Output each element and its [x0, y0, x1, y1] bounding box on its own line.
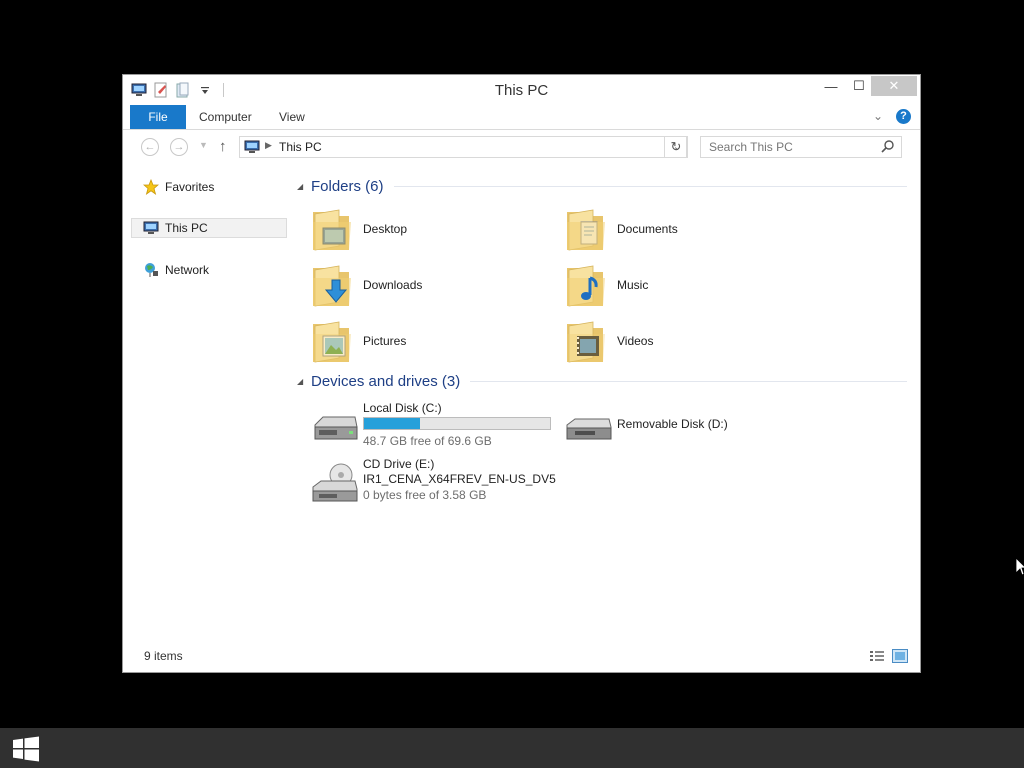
nav-item-label: Network [165, 263, 210, 277]
status-bar: 9 items [123, 641, 920, 671]
pictures-folder-icon [311, 318, 355, 367]
drive-name: CD Drive (E:) [363, 457, 435, 471]
drive-tile-removable-disk-d[interactable]: Removable Disk (D:) [565, 401, 825, 453]
folder-name: Music [617, 278, 649, 292]
drive-free-space: 48.7 GB free of 69.6 GB [363, 434, 492, 448]
drive-free-space: 0 bytes free of 3.58 GB [363, 488, 487, 502]
network-icon [143, 262, 159, 278]
explorer-window: This PC — ☐ ✕ File Computer View ⌄ ? ← →… [122, 74, 921, 673]
address-bar[interactable]: ▶ This PC ⌄ [239, 136, 687, 158]
mouse-cursor-icon [1015, 557, 1024, 579]
computer-icon [244, 140, 260, 157]
computer-icon [143, 221, 159, 235]
search-icon[interactable] [881, 139, 895, 156]
folder-tile-videos[interactable]: Videos [565, 318, 815, 370]
hard-drive-icon [311, 407, 359, 450]
nav-item-label: This PC [165, 221, 208, 235]
tab-computer[interactable]: Computer [187, 105, 264, 129]
drive-tile-local-disk-c[interactable]: Local Disk (C:) 48.7 GB free of 69.6 GB [311, 401, 571, 453]
maximize-button[interactable]: ☐ [845, 76, 873, 96]
nav-item-favorites[interactable]: Favorites [131, 177, 287, 197]
navigation-bar: ← → ▼ ↑ ▶ This PC ⌄ ↻ [123, 130, 920, 164]
folders-group-header[interactable]: ◢ Folders (6) [297, 178, 907, 195]
back-button[interactable]: ← [141, 138, 159, 156]
up-button[interactable]: ↑ [219, 138, 227, 155]
drive-tile-cd-drive-e[interactable]: CD Drive (E:) IR1_CENA_X64FREV_EN-US_DV5… [311, 457, 571, 509]
collapse-triangle-icon[interactable]: ◢ [297, 182, 311, 191]
recent-locations-button[interactable]: ▼ [199, 140, 208, 150]
forward-button[interactable]: → [170, 138, 188, 156]
tab-view[interactable]: View [267, 105, 317, 129]
folder-name: Documents [617, 222, 678, 236]
folder-name: Videos [617, 334, 654, 348]
search-input[interactable] [701, 137, 887, 157]
search-box[interactable] [700, 136, 902, 158]
folder-name: Downloads [363, 278, 423, 292]
divider [470, 381, 907, 382]
folder-tile-music[interactable]: Music [565, 262, 815, 314]
group-title: Devices and drives (3) [311, 373, 461, 390]
large-icons-view-icon[interactable] [892, 649, 908, 663]
window-title: This PC [494, 82, 549, 99]
collapse-triangle-icon[interactable]: ◢ [297, 377, 311, 386]
drive-name: Removable Disk (D:) [617, 417, 728, 431]
ribbon-tabs: File Computer View ⌄ ? [123, 105, 920, 130]
nav-item-network[interactable]: Network [131, 260, 287, 280]
removable-drive-icon [565, 407, 613, 450]
close-button[interactable]: ✕ [871, 76, 917, 96]
capacity-bar-fill [364, 418, 420, 429]
folder-tile-pictures[interactable]: Pictures [311, 318, 561, 370]
refresh-button[interactable]: ↻ [664, 136, 688, 158]
title-bar[interactable]: This PC — ☐ ✕ [123, 75, 920, 105]
cd-drive-icon [311, 463, 359, 510]
group-title: Folders (6) [311, 178, 384, 195]
tab-file[interactable]: File [130, 105, 186, 129]
videos-folder-icon [565, 318, 609, 367]
breadcrumb[interactable]: This PC [279, 140, 322, 154]
devices-group-header[interactable]: ◢ Devices and drives (3) [297, 373, 907, 390]
minimize-button[interactable]: — [817, 76, 845, 96]
folder-tile-documents[interactable]: Documents [565, 206, 815, 258]
folder-name: Desktop [363, 222, 408, 236]
windows-start-icon[interactable] [12, 736, 40, 765]
folder-tile-downloads[interactable]: Downloads [311, 262, 561, 314]
music-folder-icon [565, 262, 609, 311]
item-count: 9 items [144, 649, 183, 663]
taskbar [0, 728, 1024, 768]
star-icon [143, 179, 159, 195]
help-icon[interactable]: ? [896, 109, 911, 124]
navigation-pane: Favorites This PC Network [123, 164, 289, 634]
capacity-bar [363, 417, 551, 430]
divider [393, 186, 907, 187]
documents-folder-icon [565, 206, 609, 255]
drive-name: Local Disk (C:) [363, 401, 442, 415]
downloads-folder-icon [311, 262, 355, 311]
nav-item-label: Favorites [165, 180, 215, 194]
drive-volume-label: IR1_CENA_X64FREV_EN-US_DV5 [363, 472, 556, 486]
folder-tile-desktop[interactable]: Desktop [311, 206, 561, 258]
folder-name: Pictures [363, 334, 407, 348]
expand-ribbon-icon[interactable]: ⌄ [873, 109, 883, 123]
nav-item-this-pc[interactable]: This PC [131, 218, 287, 238]
details-view-icon[interactable] [869, 649, 885, 663]
breadcrumb-arrow-icon[interactable]: ▶ [265, 140, 272, 151]
content-area: ◢ Folders (6) Desktop Documents Download… [289, 164, 909, 624]
desktop-folder-icon [311, 206, 355, 255]
